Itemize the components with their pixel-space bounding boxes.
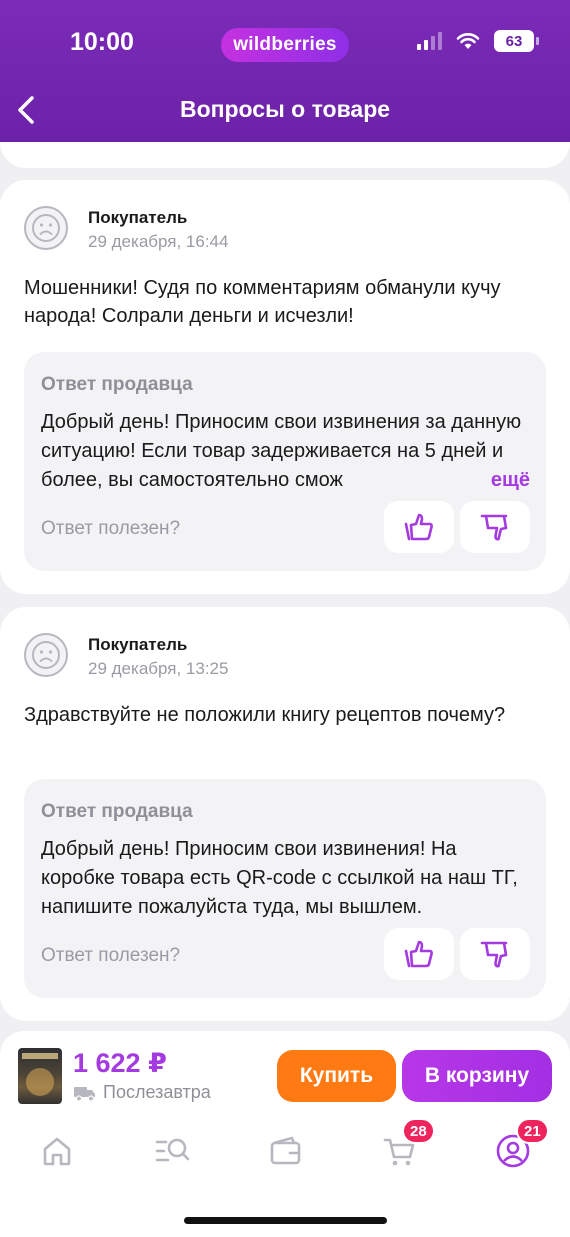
buy-button[interactable]: Купить (277, 1050, 396, 1102)
purchase-bar: 1 622 ₽ Послезавтра Купить В корзину 28 … (0, 1031, 570, 1237)
thumbs-down-button[interactable] (460, 928, 530, 980)
battery-icon: 63 (494, 30, 539, 52)
question-author: Покупатель (88, 208, 188, 227)
thumbs-up-icon (404, 940, 433, 968)
helpful-label: Ответ полезен? (41, 945, 181, 966)
thumbs-up-button[interactable] (384, 501, 454, 553)
answer-label: Ответ продавца (41, 374, 193, 395)
question-date: 29 декабря, 13:25 (88, 659, 229, 678)
status-icons: 63 (417, 30, 539, 52)
helpful-label: Ответ полезен? (41, 518, 181, 539)
tab-catalog[interactable] (147, 1126, 197, 1176)
tab-profile[interactable]: 21 (488, 1118, 549, 1176)
cellular-signal-icon (417, 32, 442, 50)
home-indicator (184, 1217, 387, 1224)
delivery-text: Послезавтра (103, 1082, 211, 1102)
wallet-icon (270, 1136, 301, 1165)
thumbs-down-button[interactable] (460, 501, 530, 553)
question-card: Покупатель 29 декабря, 13:25 Здравствуйт… (0, 607, 570, 1021)
sad-face-avatar-icon (24, 206, 68, 250)
brand-logo: wildberries (221, 28, 349, 62)
answer-text: Добрый день! Приносим свои извинения! На… (41, 838, 518, 918)
sad-face-avatar-icon (24, 633, 68, 677)
thumbs-down-icon (480, 941, 508, 968)
question-card: Покупатель 29 декабря, 16:44 Мошенники! … (0, 180, 570, 594)
previous-card-end (0, 142, 570, 168)
delivery-info: Послезавтра (73, 1082, 211, 1103)
status-time: 10:00 (70, 28, 134, 56)
thumbs-down-icon (480, 514, 508, 541)
add-to-cart-button[interactable]: В корзину (402, 1050, 552, 1102)
question-author: Покупатель (88, 635, 188, 654)
question-date: 29 декабря, 16:44 (88, 232, 229, 251)
wifi-icon (456, 33, 480, 49)
profile-badge: 21 (516, 1118, 549, 1144)
product-price: 1 622 ₽ (73, 1048, 167, 1078)
tab-cart[interactable]: 28 (374, 1118, 435, 1176)
cart-badge: 28 (402, 1118, 435, 1144)
home-icon (43, 1137, 71, 1166)
thumbs-up-icon (404, 513, 433, 541)
question-text: Мошенники! Судя по комментариям обманули… (24, 277, 501, 327)
product-thumbnail[interactable] (18, 1048, 62, 1104)
catalog-search-icon (155, 1138, 190, 1162)
tab-wallet[interactable] (260, 1126, 310, 1176)
tab-home[interactable] (32, 1126, 82, 1176)
tab-bar: 28 21 (0, 1118, 570, 1176)
page-title: Вопросы о товаре (179, 96, 391, 122)
seller-answer: Ответ продавца Добрый день! Приносим сво… (24, 352, 546, 571)
delivery-truck-icon (74, 1086, 95, 1102)
header: 10:00 wildberries 63 Вопросы о товаре (0, 0, 570, 142)
thumbs-up-button[interactable] (384, 928, 454, 980)
answer-label: Ответ продавца (41, 801, 193, 822)
more-link[interactable]: ещё (450, 466, 530, 495)
seller-answer: Ответ продавца Добрый день! Приносим сво… (24, 779, 546, 998)
question-text: Здравствуйте не положили книгу рецептов … (24, 704, 506, 726)
